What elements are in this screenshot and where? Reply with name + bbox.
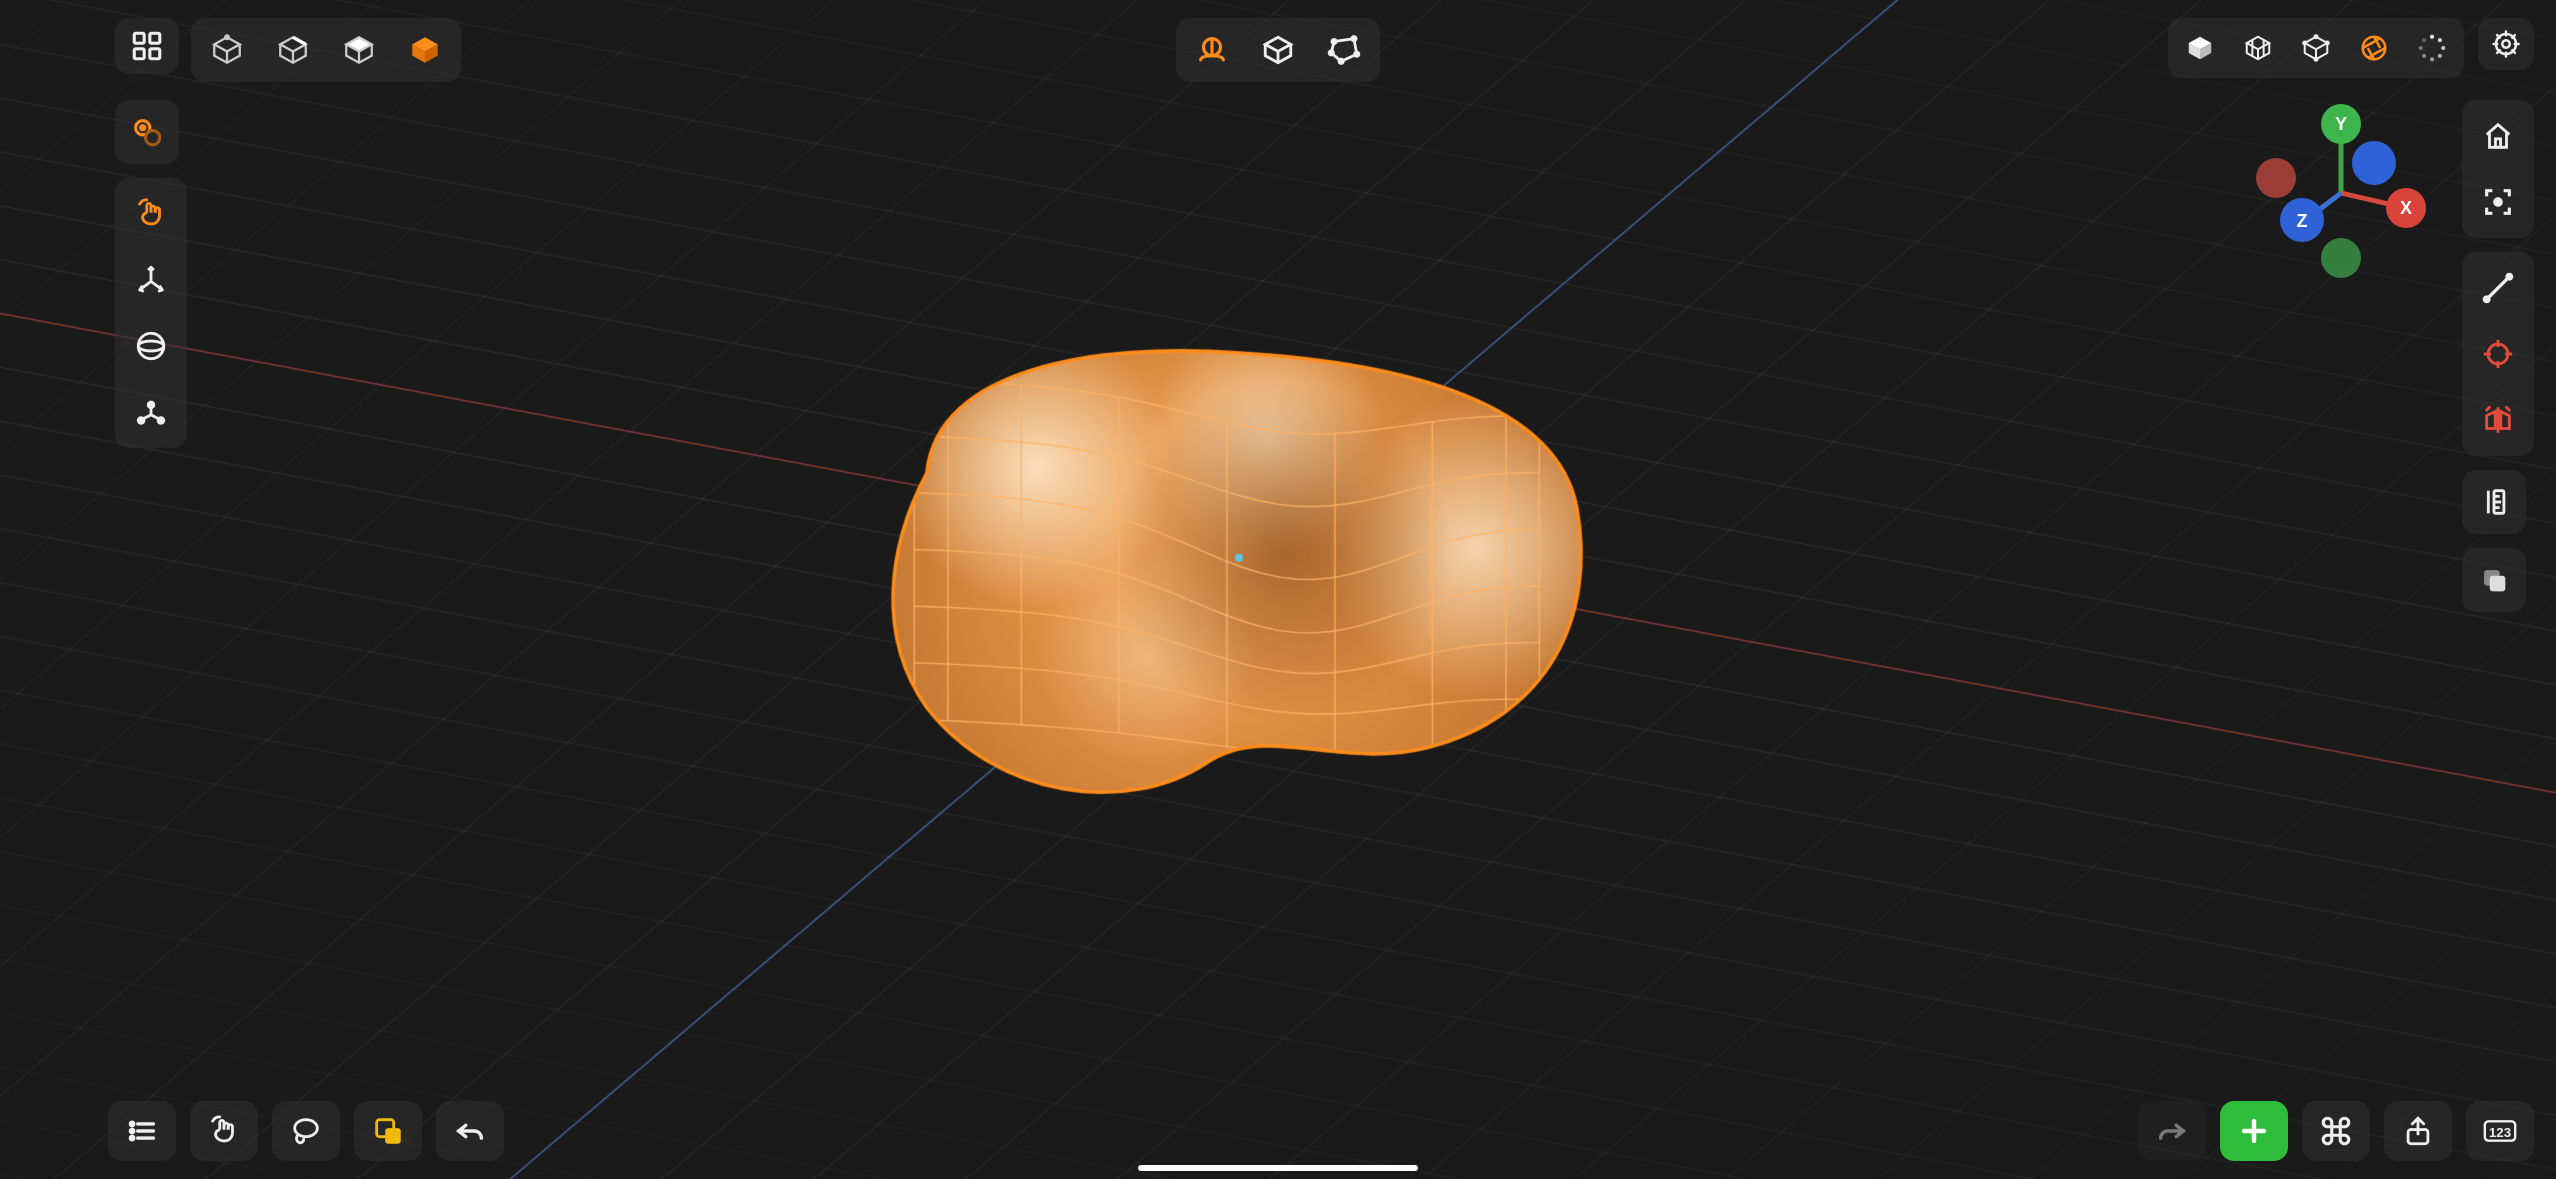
solo-cube-button[interactable] xyxy=(2172,22,2228,74)
stack-panel-button[interactable] xyxy=(2462,548,2526,612)
axis-z-label: Z xyxy=(2297,211,2308,231)
undo-icon xyxy=(453,1114,487,1148)
axis-x-label: X xyxy=(2400,198,2412,218)
hand-tap-alt-icon xyxy=(207,1114,241,1148)
pivot-icon xyxy=(134,395,168,429)
grid-icon xyxy=(130,29,164,63)
gear-icon xyxy=(2491,29,2521,59)
home-icon xyxy=(2481,119,2515,153)
center-tools-group xyxy=(1176,18,1380,82)
sphere-icon xyxy=(134,329,168,363)
display-edge-button[interactable] xyxy=(261,22,325,78)
numeric-input-button[interactable]: 123 xyxy=(2466,1101,2534,1161)
topology-icon xyxy=(130,115,164,149)
add-button[interactable] xyxy=(2220,1101,2288,1161)
numeric-icon: 123 xyxy=(2483,1114,2517,1148)
focus-icon xyxy=(2481,185,2515,219)
wire-cube-dots-icon xyxy=(2301,33,2331,63)
mirror-icon xyxy=(2481,403,2515,437)
solid-cube-icon xyxy=(408,33,442,67)
edge-cube-icon xyxy=(276,33,310,67)
undo-button[interactable] xyxy=(436,1101,504,1161)
redo-button[interactable] xyxy=(2138,1101,2206,1161)
cube-icon xyxy=(1261,33,1295,67)
symmetry-group xyxy=(2462,252,2534,456)
display-solid-button[interactable] xyxy=(393,22,457,78)
aperture-icon xyxy=(2359,33,2389,63)
topology-button[interactable] xyxy=(115,100,179,164)
move-axes-button[interactable] xyxy=(119,248,183,312)
duplicate-button[interactable] xyxy=(354,1101,422,1161)
mirror-button[interactable] xyxy=(2466,388,2530,452)
wire-cube-a-button[interactable] xyxy=(2230,22,2286,74)
plus-icon xyxy=(2237,1114,2271,1148)
hand-tap-icon xyxy=(134,197,168,231)
frame-selection-button[interactable] xyxy=(2466,170,2530,234)
shortcuts-button[interactable] xyxy=(2302,1101,2370,1161)
display-vertex-button[interactable] xyxy=(195,22,259,78)
diagonal-wire-button[interactable] xyxy=(2466,256,2530,320)
globe-stand-icon xyxy=(1195,33,1229,67)
settings-button[interactable] xyxy=(2478,18,2534,70)
touch-gizmo-button[interactable] xyxy=(119,182,183,246)
vertex-cube-icon xyxy=(210,33,244,67)
display-mode-group xyxy=(191,18,461,82)
lasso-button[interactable] xyxy=(272,1101,340,1161)
aperture-button[interactable] xyxy=(2346,22,2402,74)
display-face-button[interactable] xyxy=(327,22,391,78)
target-icon xyxy=(2481,337,2515,371)
stack-icon xyxy=(2477,563,2511,597)
measure-button[interactable] xyxy=(2462,470,2526,534)
lasso-icon xyxy=(289,1114,323,1148)
layers-button[interactable] xyxy=(108,1101,176,1161)
axes-icon xyxy=(134,263,168,297)
command-icon xyxy=(2319,1114,2353,1148)
gesture-button[interactable] xyxy=(190,1101,258,1161)
face-cube-icon xyxy=(342,33,376,67)
cube-solid-icon xyxy=(2185,33,2215,63)
polygon-draw-button[interactable] xyxy=(1312,22,1376,78)
wire-cube-b-button[interactable] xyxy=(2288,22,2344,74)
home-indicator xyxy=(1138,1165,1418,1171)
viewport-3d[interactable] xyxy=(0,0,2556,1179)
ruler-icon xyxy=(2477,485,2511,519)
svg-text:123: 123 xyxy=(2489,1125,2511,1140)
duplicate-icon xyxy=(371,1114,405,1148)
trackball-button[interactable] xyxy=(119,314,183,378)
axis-gizmo[interactable]: Y X Z xyxy=(2246,98,2436,288)
orbit-mode-button[interactable] xyxy=(1180,22,1244,78)
share-button[interactable] xyxy=(2384,1101,2452,1161)
list-icon xyxy=(125,1114,159,1148)
camera-home-button[interactable] xyxy=(2466,104,2530,168)
render-progress-button[interactable] xyxy=(2404,22,2460,74)
primitive-cube-button[interactable] xyxy=(1246,22,1310,78)
camera-group xyxy=(2462,100,2534,238)
axis-y-label: Y xyxy=(2335,114,2347,134)
mesh-canvas xyxy=(0,0,2556,1179)
view-options-group xyxy=(2168,18,2464,78)
scene-panel-button[interactable] xyxy=(115,18,179,74)
gizmo-tools-group xyxy=(115,178,187,448)
polygon-icon xyxy=(1327,33,1361,67)
share-icon xyxy=(2401,1114,2435,1148)
wire-cube-icon xyxy=(2243,33,2273,63)
pivot-button[interactable] xyxy=(119,380,183,444)
target-snap-button[interactable] xyxy=(2466,322,2530,386)
diagonal-icon xyxy=(2481,271,2515,305)
loading-icon xyxy=(2417,33,2447,63)
redo-icon xyxy=(2155,1114,2189,1148)
